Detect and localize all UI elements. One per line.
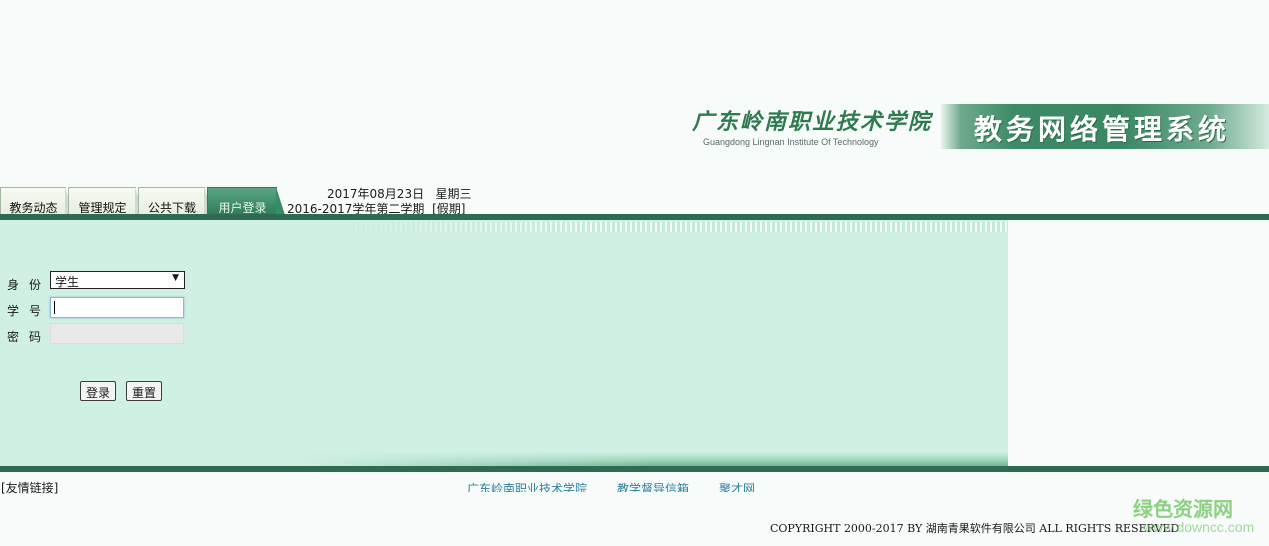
copyright-text: COPYRIGHT 2000-2017 BY 湖南青果软件有限公司 ALL RI… [770, 520, 1179, 536]
date-value: 2017年08月23日 [327, 187, 425, 201]
identity-select[interactable]: 学生 ▼ [50, 271, 185, 289]
copyright-prefix: COPYRIGHT 2000-2017 BY [770, 522, 926, 535]
student-id-label: 学号 [7, 304, 52, 318]
panel-right-blank [1008, 220, 1269, 466]
dropdown-arrow-icon: ▼ [172, 273, 179, 283]
link-school[interactable]: 广东岭南职业技术学院 [467, 480, 587, 492]
link-supervision-mailbox[interactable]: 教学督导信箱 [617, 480, 689, 492]
tab-news[interactable]: 教务动态 [0, 187, 74, 215]
bottom-divider-bar [0, 466, 1269, 472]
identity-selected-value: 学生 [55, 275, 80, 289]
login-button[interactable]: 登录 [80, 381, 117, 401]
password-label: 密码 [7, 330, 52, 344]
identity-label: 身份 [7, 278, 52, 292]
tab-regulations[interactable]: 管理规定 [68, 187, 144, 215]
student-id-input[interactable] [50, 297, 184, 318]
friend-links-label: [友情链接] [1, 481, 59, 495]
system-title: 教务网络管理系统 [974, 113, 1231, 146]
reset-button[interactable]: 重置 [126, 381, 163, 401]
weekday-value: 星期三 [435, 187, 472, 201]
password-input[interactable] [50, 323, 184, 344]
watermark-logo: 绿色资源网 [1133, 497, 1233, 521]
link-jucai[interactable]: 聚才网 [719, 480, 755, 492]
watermark-url: www.downcc.com [1143, 519, 1255, 535]
tab-user-login[interactable]: 用户登录 [207, 187, 285, 215]
text-caret [54, 301, 55, 314]
panel-top-decoration [330, 222, 1008, 232]
school-name: 广东岭南职业技术学院 [692, 109, 933, 135]
panel-bottom-decoration [300, 452, 1008, 466]
copyright-company: 湖南青果软件有限公司 [925, 522, 1036, 535]
tab-downloads[interactable]: 公共下载 [138, 187, 213, 215]
school-name-english: Guangdong Lingnan Institute Of Technolog… [703, 137, 879, 147]
